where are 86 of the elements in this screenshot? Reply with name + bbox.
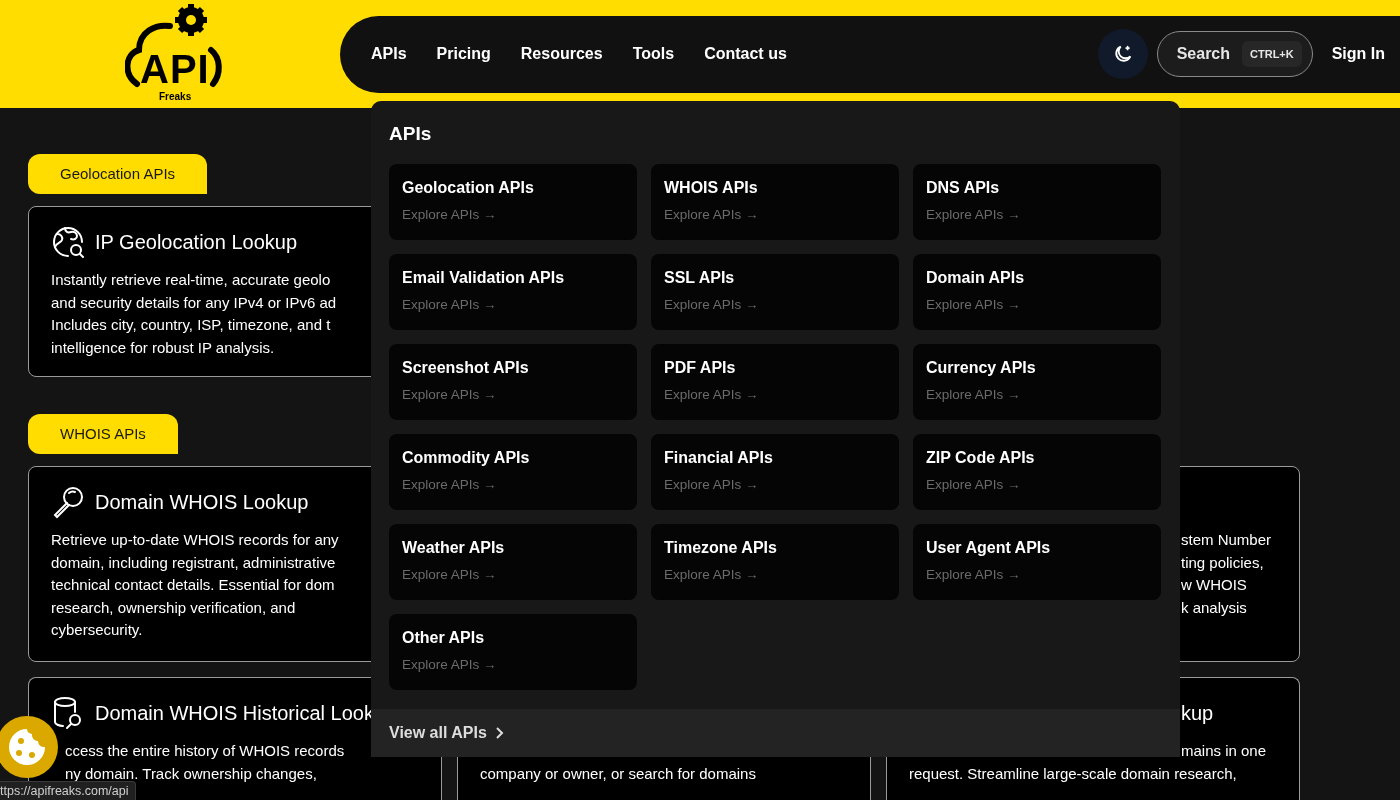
nav-link[interactable]: Contact us xyxy=(704,45,787,63)
menu-item-title: Geolocation APIs xyxy=(402,178,534,198)
menu-item-title: Currency APIs xyxy=(926,358,1036,378)
cookie-icon xyxy=(7,727,47,767)
card-description-line: ny domain. Track ownership changes, xyxy=(65,763,317,784)
menu-item-title: Domain APIs xyxy=(926,268,1025,288)
menu-item[interactable]: ZIP Code APIs Explore APIs → xyxy=(913,434,1161,510)
nav-link[interactable]: Resources xyxy=(520,45,603,63)
menu-item[interactable]: User Agent APIs Explore APIs → xyxy=(913,524,1161,600)
card-title: kup xyxy=(1181,701,1214,725)
explore-link[interactable]: Explore APIs → xyxy=(402,387,497,402)
explore-link[interactable]: Explore APIs → xyxy=(664,477,759,492)
menu-item[interactable]: Email Validation APIs Explore APIs → xyxy=(389,254,637,330)
explore-link[interactable]: Explore APIs → xyxy=(664,387,759,402)
link-preview-status: ttps://apifreaks.com/api xyxy=(0,781,136,800)
menu-item-title: Commodity APIs xyxy=(402,448,530,468)
menu-item[interactable]: DNS APIs Explore APIs → xyxy=(913,164,1161,240)
card-description-line: cybersecurity. xyxy=(51,620,143,640)
menu-item[interactable]: Other APIs Explore APIs → xyxy=(389,614,637,690)
menu-item[interactable]: Currency APIs Explore APIs → xyxy=(913,344,1161,420)
menu-heading: APIs xyxy=(388,122,433,146)
globe-search-icon xyxy=(51,225,85,259)
nav-link[interactable]: APIs xyxy=(371,45,407,63)
nav-link[interactable]: Tools xyxy=(632,45,675,63)
logo-subtitle: Freaks xyxy=(159,92,192,102)
card-description-line: and security details for any IPv4 or IPv6 ad xyxy=(51,292,337,313)
search-button[interactable]: Search CTRL+K xyxy=(1156,31,1313,77)
sign-in-link[interactable]: Sign In xyxy=(1331,45,1385,63)
logo[interactable]: API Freaks xyxy=(125,4,225,104)
explore-link[interactable]: Explore APIs → xyxy=(926,477,1021,492)
menu-item[interactable]: Weather APIs Explore APIs → xyxy=(389,524,637,600)
menu-item[interactable]: Geolocation APIs Explore APIs → xyxy=(389,164,637,240)
menu-item[interactable]: WHOIS APIs Explore APIs → xyxy=(651,164,899,240)
card-description-line: technical contact details. Essential for dom xyxy=(51,575,335,595)
menu-item[interactable]: PDF APIs Explore APIs → xyxy=(651,344,899,420)
menu-item[interactable]: Commodity APIs Explore APIs → xyxy=(389,434,637,510)
card-description-line: w WHOIS xyxy=(1181,575,1247,595)
menu-item[interactable]: Financial APIs Explore APIs → xyxy=(651,434,899,510)
menu-item[interactable]: Timezone APIs Explore APIs → xyxy=(651,524,899,600)
card-description-line: ting policies, xyxy=(1181,552,1264,573)
explore-link[interactable]: Explore APIs → xyxy=(402,477,497,492)
menu-item[interactable]: SSL APIs Explore APIs → xyxy=(651,254,899,330)
card-description-line: research, ownership verification, and xyxy=(51,597,296,618)
explore-link[interactable]: Explore APIs → xyxy=(402,567,497,582)
menu-item-title: User Agent APIs xyxy=(926,538,1051,558)
menu-item[interactable]: Domain APIs Explore APIs → xyxy=(913,254,1161,330)
menu-item-title: Timezone APIs xyxy=(664,538,777,558)
category-tab[interactable]: Geolocation APIs xyxy=(28,154,208,194)
card-description-line: mains in one xyxy=(1181,741,1267,761)
card-description-line: stem Number xyxy=(1181,530,1272,550)
explore-link[interactable]: Explore APIs → xyxy=(664,207,759,222)
explore-link[interactable]: Explore APIs → xyxy=(664,297,759,312)
menu-item-title: Weather APIs xyxy=(402,538,505,558)
card-description-line: ccess the entire history of WHOIS records xyxy=(65,741,345,761)
card-description-line: k analysis xyxy=(1181,597,1247,618)
card-title: IP Geolocation Lookup xyxy=(95,230,297,254)
chevron-right-icon xyxy=(494,726,504,740)
menu-item-title: SSL APIs xyxy=(664,268,735,288)
card-description-line: Retrieve up-to-date WHOIS records for any xyxy=(51,530,339,550)
logo-text: API xyxy=(140,49,210,89)
explore-link[interactable]: Explore APIs → xyxy=(926,297,1021,312)
explore-link[interactable]: Explore APIs → xyxy=(926,207,1021,222)
menu-item-title: DNS APIs xyxy=(926,178,1000,198)
menu-item-title: WHOIS APIs xyxy=(664,178,758,198)
nav-link[interactable]: Pricing xyxy=(436,45,491,63)
explore-link[interactable]: Explore APIs → xyxy=(926,387,1021,402)
card-description-line: Instantly retrieve real-time, accurate geolo xyxy=(51,270,331,290)
category-tab[interactable]: WHOIS APIs xyxy=(28,414,178,454)
magnifier-icon xyxy=(51,485,85,519)
shortcut-key: CTRL+K xyxy=(1242,41,1302,67)
card-description-line: request. Streamline large-scale domain research, xyxy=(909,763,1237,784)
menu-item[interactable]: Screenshot APIs Explore APIs → xyxy=(389,344,637,420)
explore-link[interactable]: Explore APIs → xyxy=(664,567,759,582)
menu-item-title: Financial APIs xyxy=(664,448,773,468)
menu-item-title: ZIP Code APIs xyxy=(926,448,1035,468)
theme-toggle-button[interactable] xyxy=(1097,29,1148,79)
card-description-line: company or owner, or search for domains xyxy=(480,763,756,784)
card-description-line: intelligence for robust IP analysis. xyxy=(51,337,275,358)
card-description-line: Includes city, country, ISP, timezone, and t xyxy=(51,315,331,335)
card-description-line: domain, including registrant, administrative xyxy=(51,552,336,573)
cookie-settings-button[interactable] xyxy=(0,716,58,778)
card-title: Domain WHOIS Lookup xyxy=(95,490,309,514)
menu-item-title: Other APIs xyxy=(402,628,485,648)
menu-item-title: PDF APIs xyxy=(664,358,736,378)
explore-link[interactable]: Explore APIs → xyxy=(402,657,497,672)
explore-link[interactable]: Explore APIs → xyxy=(926,567,1021,582)
